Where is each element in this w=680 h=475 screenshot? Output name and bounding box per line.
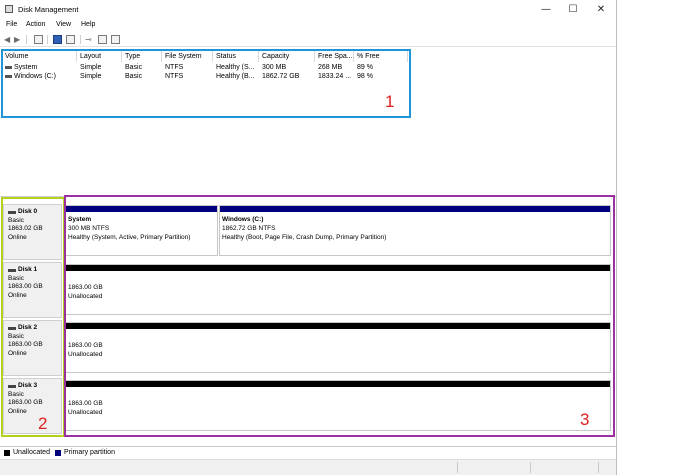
status-divider — [457, 462, 458, 473]
annotation-label-2: 2 — [38, 414, 48, 433]
toolbar-separator — [80, 35, 81, 44]
status-bar — [0, 459, 616, 475]
app-icon — [5, 5, 13, 13]
back-icon[interactable]: ◀ — [4, 35, 10, 44]
status-divider — [598, 462, 599, 473]
forward-icon[interactable]: ▶ — [14, 35, 20, 44]
toolbar-separator — [47, 35, 48, 44]
properties-icon[interactable] — [66, 35, 75, 44]
disk-management-window: Disk Management — ☐ ✕ File Action View H… — [0, 0, 617, 475]
link-icon[interactable]: ⊸ — [85, 35, 92, 44]
window-title: Disk Management — [18, 5, 79, 14]
annotation-box-3 — [64, 195, 615, 437]
primary-partition-swatch — [55, 450, 61, 456]
close-button[interactable]: ✕ — [589, 3, 613, 17]
unallocated-swatch — [4, 450, 10, 456]
checklist-icon[interactable] — [98, 35, 107, 44]
help-icon[interactable] — [53, 35, 62, 44]
annotation-box-1 — [1, 49, 411, 118]
annotation-box-2 — [1, 197, 65, 437]
menu-action[interactable]: Action — [26, 21, 45, 28]
title-bar: Disk Management — ☐ ✕ — [0, 0, 616, 20]
legend-unallocated: Unallocated — [13, 449, 50, 456]
annotation-label-3: 3 — [580, 410, 590, 429]
toolbar: ◀ ▶ ⊸ — [0, 32, 616, 47]
menu-help[interactable]: Help — [81, 21, 95, 28]
console-tree-icon[interactable] — [34, 35, 43, 44]
annotation-label-1: 1 — [385, 92, 395, 111]
minimize-button[interactable]: — — [534, 3, 558, 17]
legend: Unallocated Primary partition — [0, 446, 616, 459]
toolbar-separator — [26, 35, 27, 44]
menu-file[interactable]: File — [6, 21, 17, 28]
status-divider — [530, 462, 531, 473]
maximize-button[interactable]: ☐ — [561, 3, 585, 17]
legend-primary-partition: Primary partition — [64, 449, 115, 456]
menu-bar: File Action View Help — [0, 20, 616, 32]
menu-view[interactable]: View — [56, 21, 71, 28]
view-icon[interactable] — [111, 35, 120, 44]
